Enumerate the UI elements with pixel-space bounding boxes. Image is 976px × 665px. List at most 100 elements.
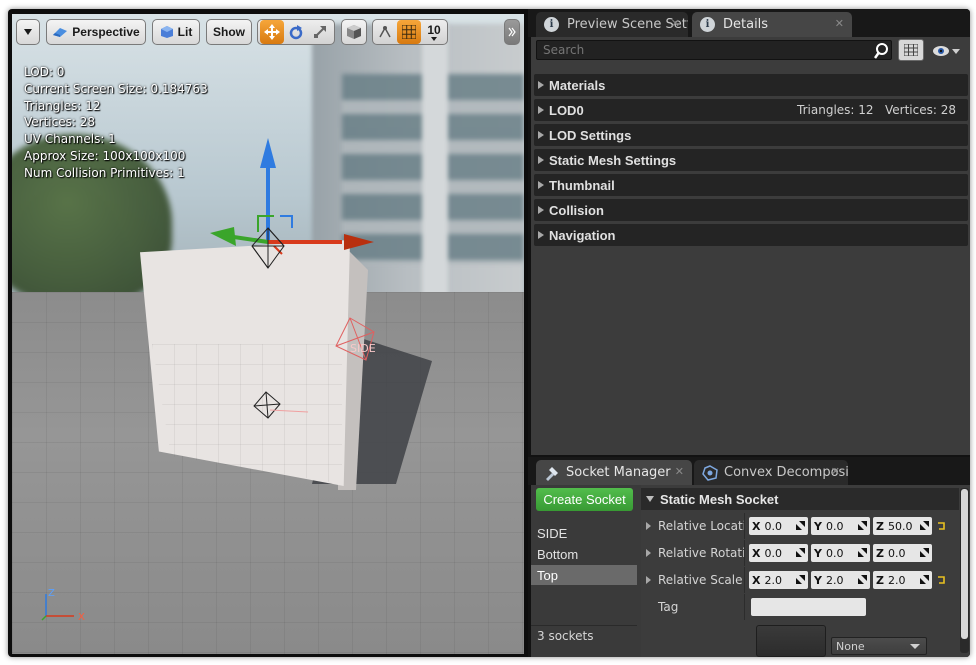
view-options-button[interactable]	[927, 41, 965, 61]
show-button[interactable]: Show	[206, 19, 252, 45]
scale-y-value: 2.0	[825, 573, 844, 587]
drag-handle-icon[interactable]	[920, 521, 929, 530]
scale-x-field[interactable]: X 2.0	[749, 571, 808, 589]
lit-button[interactable]: Lit	[152, 19, 200, 45]
scale-z-field[interactable]: Z 2.0	[873, 571, 932, 589]
socket-properties-scrollbar[interactable]	[960, 488, 969, 653]
expand-arrow-icon	[646, 576, 651, 584]
details-tab-bar: i Preview Scene Setti ✕ i Details ✕	[528, 9, 970, 37]
close-icon[interactable]: ✕	[671, 17, 680, 30]
create-socket-button[interactable]: Create Socket	[536, 488, 633, 511]
relative-location-label[interactable]: Relative Location	[641, 513, 745, 539]
move-arrows-icon	[264, 24, 280, 40]
rotation-z-field[interactable]: Z 0.0	[873, 544, 932, 562]
search-icon[interactable]	[874, 42, 892, 60]
expand-arrow-icon	[538, 206, 544, 214]
property-label: Relative Scale	[658, 573, 743, 587]
location-y-value: 0.0	[825, 519, 844, 533]
reset-to-default-icon[interactable]	[936, 521, 946, 531]
drag-handle-icon[interactable]	[858, 521, 867, 530]
preview-mesh-value: None	[836, 639, 865, 653]
relative-rotation-label[interactable]: Relative Rotation	[641, 540, 745, 566]
perspective-label: Perspective	[72, 25, 140, 39]
info-icon: i	[700, 17, 715, 32]
scrollbar-thumb[interactable]	[961, 489, 968, 639]
category-materials[interactable]: Materials	[534, 74, 968, 96]
property-matrix-button[interactable]	[898, 39, 924, 61]
scale-mode-button[interactable]	[308, 20, 332, 44]
scale-y-field[interactable]: Y 2.0	[811, 571, 870, 589]
location-x-value: 0.0	[764, 519, 782, 533]
socket-header-label: Static Mesh Socket	[660, 491, 779, 507]
preview-mesh-dropdown[interactable]: None	[831, 637, 927, 655]
preview-mesh-thumbnail[interactable]	[756, 625, 826, 657]
category-navigation[interactable]: Navigation	[534, 224, 968, 246]
details-search-row	[531, 37, 970, 65]
tab-socket-manager[interactable]: Socket Manager ✕	[536, 460, 692, 485]
location-z-field[interactable]: Z 50.0	[873, 517, 932, 535]
stat-collision-primitives: Num Collision Primitives: 1	[24, 165, 185, 180]
details-search-input[interactable]	[536, 40, 892, 60]
socket-item-bottom[interactable]: Bottom	[531, 544, 637, 564]
socket-marker-top[interactable]	[251, 227, 285, 269]
tab-preview-scene-settings[interactable]: i Preview Scene Setti ✕	[536, 12, 688, 37]
expand-arrow-icon	[538, 156, 544, 164]
grid-snap-toggle[interactable]	[397, 20, 421, 44]
rotation-y-field[interactable]: Y 0.0	[811, 544, 870, 562]
toolbar-overflow-button[interactable]	[504, 19, 520, 45]
location-y-field[interactable]: Y 0.0	[811, 517, 870, 535]
grid-snap-group: 10	[372, 19, 448, 45]
tag-input[interactable]	[751, 598, 866, 616]
socket-item-side[interactable]: SIDE	[531, 523, 637, 543]
scale-z-value: 2.0	[887, 573, 906, 587]
viewport-options-button[interactable]	[16, 19, 40, 45]
transform-gizmo[interactable]	[210, 138, 374, 255]
perspective-button[interactable]: Perspective	[46, 19, 146, 45]
socket-item-top[interactable]: Top	[531, 565, 637, 585]
surface-snap-button[interactable]	[373, 20, 397, 44]
reset-to-default-icon[interactable]	[936, 575, 946, 585]
grid-snap-value-dropdown[interactable]: 10	[421, 20, 447, 44]
coordinate-space-button[interactable]	[341, 19, 367, 45]
chevron-down-icon	[24, 29, 32, 35]
drag-handle-icon[interactable]	[796, 521, 805, 530]
location-x-field[interactable]: X 0.0	[749, 517, 808, 535]
chevron-down-icon	[952, 48, 960, 54]
drag-handle-icon[interactable]	[858, 548, 867, 557]
rotate-mode-button[interactable]	[284, 20, 308, 44]
translate-mode-button[interactable]	[260, 20, 284, 44]
grid-snap-value: 10	[427, 23, 441, 37]
category-lod-settings[interactable]: LOD Settings	[534, 124, 968, 146]
close-icon[interactable]: ✕	[835, 17, 844, 30]
static-mesh-socket-header[interactable]: Static Mesh Socket	[641, 488, 959, 510]
close-icon[interactable]: ✕	[831, 465, 840, 478]
convex-icon	[702, 464, 718, 481]
socket-label-side: SIDE	[350, 342, 376, 355]
mesh-viewport[interactable]: SIDE Perspective Lit Show 10 LOD: 0 Curr…	[12, 14, 524, 654]
close-icon[interactable]: ✕	[675, 465, 684, 478]
tab-convex-decomposition[interactable]: Convex Decomposi ✕	[694, 460, 848, 485]
axis-x-label: X	[78, 612, 85, 623]
axis-indicator: Z X	[41, 588, 85, 623]
drag-handle-icon[interactable]	[796, 575, 805, 584]
category-collision[interactable]: Collision	[534, 199, 968, 221]
table-grid-icon	[904, 44, 918, 56]
drag-handle-icon[interactable]	[920, 548, 929, 557]
tab-details[interactable]: i Details ✕	[692, 12, 852, 37]
socket-icon	[546, 466, 558, 481]
socket-marker-bottom[interactable]	[253, 391, 309, 419]
viewport-toolbar: Perspective Lit Show 10	[16, 19, 520, 45]
category-thumbnail[interactable]: Thumbnail	[534, 174, 968, 196]
relative-location-vector: X 0.0 Y 0.0 Z 50.0	[749, 517, 932, 535]
drag-handle-icon[interactable]	[858, 575, 867, 584]
tab-label: Details	[723, 17, 769, 32]
socket-tab-bar: Socket Manager ✕ Convex Decomposi ✕	[528, 457, 970, 485]
drag-handle-icon[interactable]	[796, 548, 805, 557]
category-label: Materials	[549, 77, 606, 93]
category-lod0[interactable]: LOD0 Triangles: 12 Vertices: 28	[534, 99, 968, 121]
relative-scale-label[interactable]: Relative Scale	[641, 567, 745, 593]
rotation-x-field[interactable]: X 0.0	[749, 544, 808, 562]
drag-handle-icon[interactable]	[920, 575, 929, 584]
category-static-mesh-settings[interactable]: Static Mesh Settings	[534, 149, 968, 171]
expand-arrow-icon	[538, 131, 544, 139]
